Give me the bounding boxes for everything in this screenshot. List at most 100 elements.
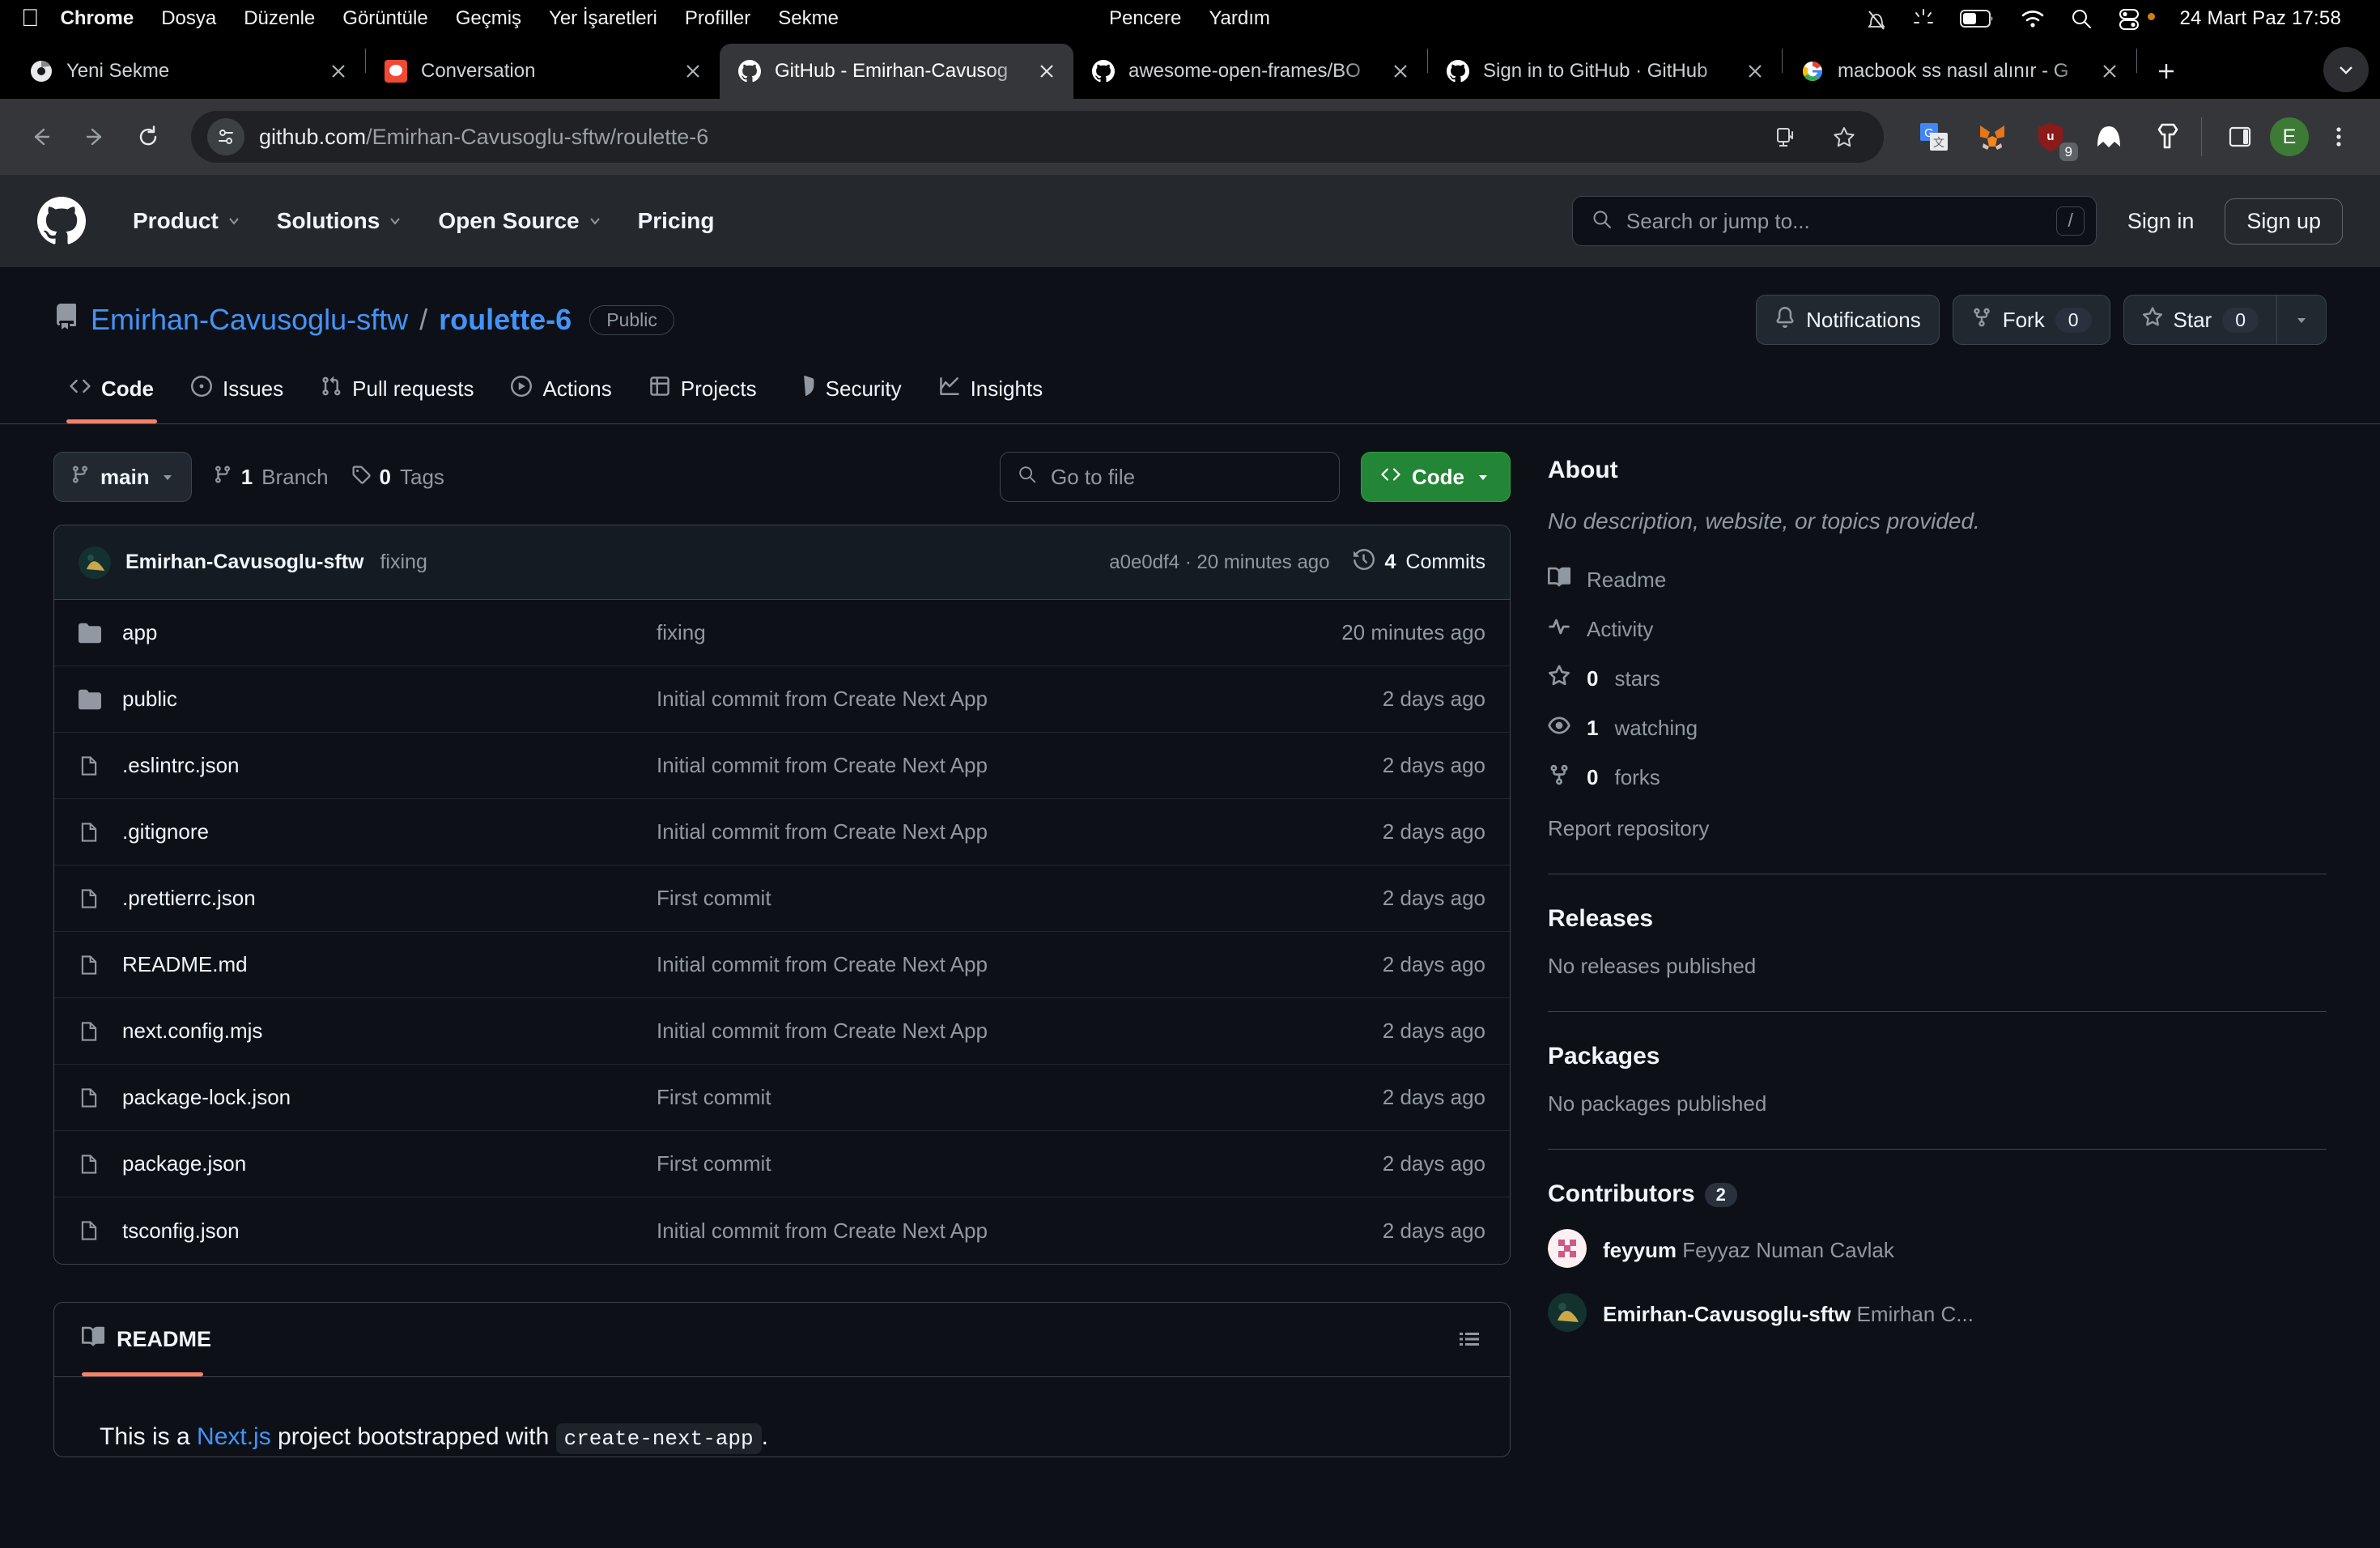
side-panel-icon[interactable]	[2216, 113, 2263, 160]
close-icon[interactable]	[679, 57, 707, 85]
tab-projects[interactable]: Projects	[633, 366, 773, 423]
avatar[interactable]	[1548, 1292, 1587, 1336]
sidebar-link-activity[interactable]: Activity	[1548, 615, 2327, 644]
mac-menu-gecmis[interactable]: Geçmiş	[456, 7, 521, 30]
browser-tab-3[interactable]: awesome-open-frames/BO	[1073, 44, 1427, 99]
do-not-disturb-icon[interactable]	[1866, 6, 1887, 31]
nav-product[interactable]: Product	[115, 208, 259, 234]
table-row[interactable]: package.json First commit 2 days ago	[54, 1131, 1510, 1197]
file-name-link[interactable]: README.md	[122, 952, 657, 977]
tab-pull-requests[interactable]: Pull requests	[304, 366, 490, 423]
forward-button[interactable]	[71, 113, 118, 160]
file-name-link[interactable]: package-lock.json	[122, 1085, 657, 1110]
table-row[interactable]: .eslintrc.json Initial commit from Creat…	[54, 733, 1510, 799]
go-to-file-input[interactable]: Go to file	[1000, 452, 1340, 502]
close-icon[interactable]	[1387, 57, 1414, 85]
file-name-link[interactable]: package.json	[122, 1151, 657, 1176]
tab-actions[interactable]: Actions	[495, 366, 627, 423]
mac-menu-yer-isaretleri[interactable]: Yer İşaretleri	[549, 7, 657, 30]
file-name-link[interactable]: tsconfig.json	[122, 1218, 657, 1244]
table-row[interactable]: next.config.mjs Initial commit from Crea…	[54, 998, 1510, 1065]
ublock-origin-icon[interactable]: u 9	[2031, 117, 2078, 161]
tab-security[interactable]: Security	[778, 366, 918, 423]
malwarebytes-icon[interactable]	[2089, 117, 2128, 156]
back-button[interactable]	[18, 113, 65, 160]
table-row[interactable]: public Initial commit from Create Next A…	[54, 666, 1510, 733]
battery-icon[interactable]	[1960, 9, 1995, 28]
table-row[interactable]: package-lock.json First commit 2 days ag…	[54, 1065, 1510, 1131]
profile-avatar[interactable]: E	[2270, 117, 2309, 156]
nextjs-link[interactable]: Next.js	[197, 1423, 271, 1450]
mac-menu-dosya[interactable]: Dosya	[161, 7, 216, 30]
file-commit-message[interactable]: Initial commit from Create Next App	[657, 952, 1383, 977]
tab-issues[interactable]: Issues	[175, 366, 300, 423]
file-commit-message[interactable]: First commit	[657, 886, 1383, 911]
table-row[interactable]: tsconfig.json Initial commit from Create…	[54, 1197, 1510, 1264]
table-row[interactable]: .prettierrc.json First commit 2 days ago	[54, 865, 1510, 932]
install-app-icon[interactable]	[1762, 113, 1809, 160]
browser-tab-5[interactable]: macbook ss nasıl alınır - G	[1783, 44, 2136, 99]
star-dropdown-chevron-down-icon[interactable]	[2276, 295, 2327, 345]
readme-outline-icon[interactable]	[1456, 1326, 1482, 1376]
macos-clock[interactable]: 24 Mart Paz 17:58	[2179, 7, 2341, 30]
file-commit-message[interactable]: Initial commit from Create Next App	[657, 819, 1383, 844]
branch-count[interactable]: 1 Branch	[213, 465, 329, 490]
google-translate-icon[interactable]: G文	[1915, 117, 1953, 156]
sign-up-button[interactable]: Sign up	[2225, 198, 2343, 245]
keeper-icon[interactable]	[2148, 117, 2187, 156]
browser-tab-4[interactable]: Sign in to GitHub · GitHub	[1428, 44, 1782, 99]
file-commit-message[interactable]: First commit	[657, 1151, 1383, 1176]
mac-menu-yardim[interactable]: Yardım	[1209, 7, 1270, 30]
file-name-link[interactable]: next.config.mjs	[122, 1019, 657, 1044]
file-commit-message[interactable]: First commit	[657, 1085, 1383, 1110]
site-settings-icon[interactable]	[207, 118, 244, 155]
control-center-icon[interactable]	[2117, 6, 2141, 31]
nav-pricing[interactable]: Pricing	[620, 208, 733, 234]
file-name-link[interactable]: .prettierrc.json	[122, 886, 657, 911]
close-icon[interactable]	[1741, 57, 1769, 85]
readme-tab[interactable]: README	[82, 1325, 211, 1376]
search-icon[interactable]	[2070, 7, 2093, 30]
browser-tab-0[interactable]: Yeni Sekme	[11, 44, 365, 99]
sidebar-link-watching[interactable]: 1 watching	[1548, 714, 2327, 742]
github-logo-icon[interactable]	[37, 197, 86, 245]
table-row[interactable]: app fixing 20 minutes ago	[54, 600, 1510, 666]
sign-in-button[interactable]: Sign in	[2118, 209, 2204, 234]
file-commit-message[interactable]: Initial commit from Create Next App	[657, 1019, 1383, 1044]
notifications-button[interactable]: Notifications	[1756, 295, 1940, 345]
commit-message[interactable]: fixing	[380, 551, 427, 574]
report-repository-link[interactable]: Report repository	[1548, 816, 2327, 841]
file-name-link[interactable]: .eslintrc.json	[122, 753, 657, 778]
commits-count-link[interactable]: 4 Commits	[1354, 548, 1485, 576]
list-item[interactable]: feyyum Feyyaz Numan Cavlak	[1548, 1228, 2327, 1272]
close-icon[interactable]	[2096, 57, 2123, 85]
address-bar[interactable]: github.com/Emirhan-Cavusoglu-sftw/roulet…	[191, 111, 1884, 163]
commit-author-link[interactable]: Emirhan-Cavusoglu-sftw	[125, 551, 363, 574]
sidebar-link-stars[interactable]: 0 stars	[1548, 665, 2327, 693]
table-row[interactable]: .gitignore Initial commit from Create Ne…	[54, 799, 1510, 865]
close-icon[interactable]	[325, 57, 352, 85]
wifi-icon[interactable]	[2020, 8, 2046, 29]
contributor-username[interactable]: feyyum	[1603, 1238, 1677, 1262]
nav-open-source[interactable]: Open Source	[420, 208, 619, 234]
tag-count[interactable]: 0 Tags	[351, 465, 444, 490]
mac-menu-pencere[interactable]: Pencere	[1109, 7, 1181, 30]
repo-owner-link[interactable]: Emirhan-Cavusoglu-sftw	[91, 303, 408, 337]
browser-tab-2-active[interactable]: GitHub - Emirhan-Cavusog	[720, 44, 1073, 99]
commit-sha-and-time[interactable]: a0e0df4 · 20 minutes ago	[1109, 551, 1329, 574]
bookmark-star-icon[interactable]	[1821, 113, 1868, 160]
browser-tab-1[interactable]: Conversation	[366, 44, 720, 99]
table-row[interactable]: README.md Initial commit from Create Nex…	[54, 932, 1510, 998]
sidebar-link-forks[interactable]: 0 forks	[1548, 763, 2327, 792]
reload-button[interactable]	[125, 113, 172, 160]
branch-selector-button[interactable]: main	[53, 452, 192, 502]
contributor-username[interactable]: Emirhan-Cavusoglu-sftw	[1603, 1302, 1851, 1326]
mac-menu-duzenle[interactable]: Düzenle	[244, 7, 315, 30]
file-name-link[interactable]: app	[122, 620, 657, 645]
file-commit-message[interactable]: Initial commit from Create Next App	[657, 687, 1383, 712]
nav-solutions[interactable]: Solutions	[259, 208, 421, 234]
tab-code[interactable]: Code	[53, 366, 170, 423]
avatar[interactable]	[1548, 1228, 1587, 1272]
list-item[interactable]: Emirhan-Cavusoglu-sftw Emirhan C...	[1548, 1292, 2327, 1336]
fork-button[interactable]: Fork 0	[1952, 295, 2110, 345]
